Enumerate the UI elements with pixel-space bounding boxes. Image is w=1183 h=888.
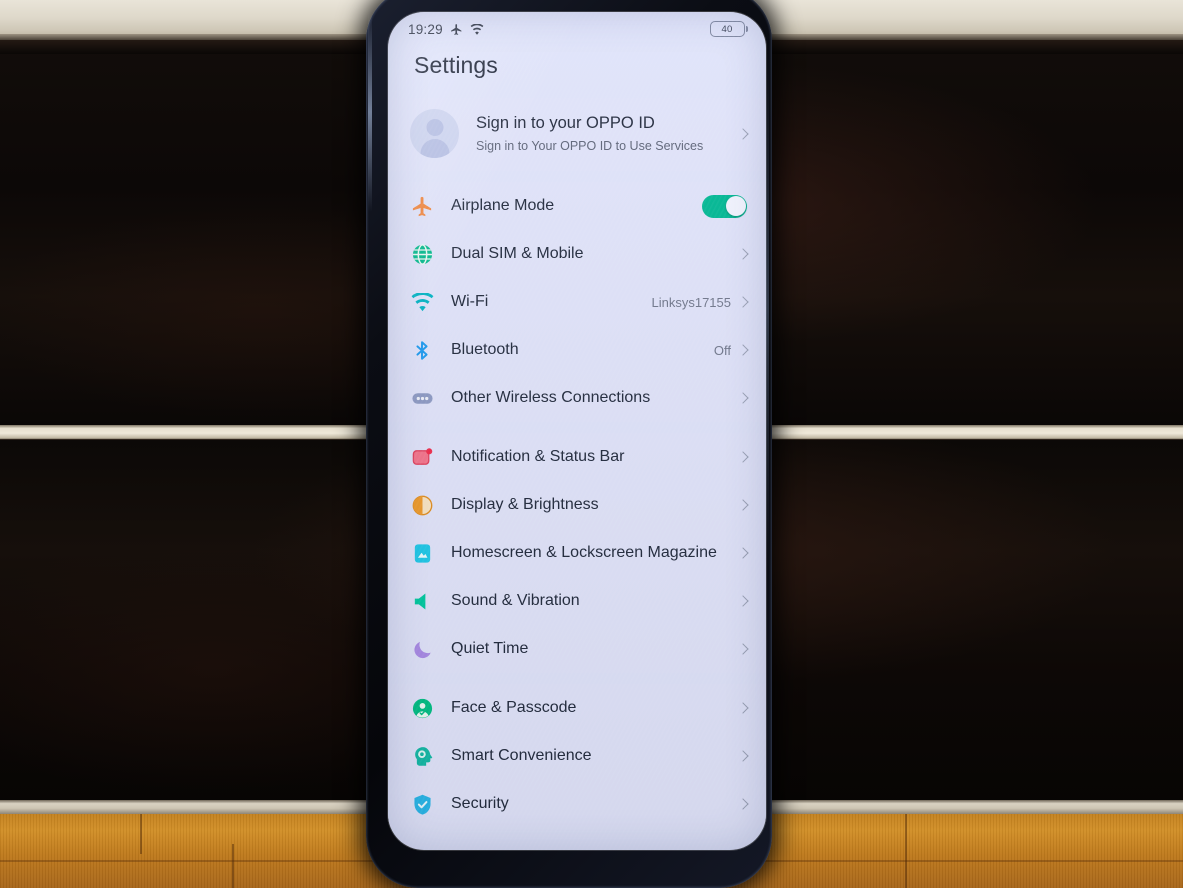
settings-row-label: Homescreen & Lockscreen Magazine xyxy=(451,544,717,561)
battery-indicator: 40 xyxy=(709,21,748,37)
battery-level-text: 40 xyxy=(721,23,733,35)
settings-row-label: Sound & Vibration xyxy=(451,592,580,609)
toggle-switch[interactable] xyxy=(702,194,747,218)
settings-row-label: Quiet Time xyxy=(451,640,529,657)
settings-row-homescreen-lockscreen-magazine[interactable]: Homescreen & Lockscreen Magazine xyxy=(388,529,766,577)
chevron-right-icon xyxy=(737,499,749,511)
account-title: Sign in to your OPPO ID xyxy=(476,114,655,133)
account-subtitle: Sign in to Your OPPO ID to Use Services xyxy=(476,138,704,153)
settings-row-label: Airplane Mode xyxy=(451,197,555,214)
chevron-right-icon xyxy=(737,127,749,140)
sound-vibration-icon xyxy=(410,589,434,613)
settings-row-wi-fi[interactable]: Wi-Fi Linksys17155 xyxy=(388,278,766,326)
status-bar-clock: 19:29 xyxy=(408,21,443,37)
airplane-icon xyxy=(450,23,463,36)
smart-convenience-icon xyxy=(410,744,434,768)
airplane-icon xyxy=(410,194,434,218)
homescreen-magazine-icon xyxy=(410,541,434,565)
chevron-right-icon xyxy=(737,392,749,404)
globe-icon xyxy=(410,242,434,266)
settings-scroll-area[interactable]: Sign in to your OPPO ID Sign in to Your … xyxy=(388,98,766,828)
account-group: Sign in to your OPPO ID Sign in to Your … xyxy=(388,98,766,171)
settings-row-quiet-time[interactable]: Quiet Time xyxy=(388,625,766,673)
wifi-icon xyxy=(470,23,484,35)
bluetooth-icon xyxy=(410,338,434,362)
settings-row-label: Dual SIM & Mobile xyxy=(451,245,584,262)
settings-row-notification-status-bar[interactable]: Notification & Status Bar xyxy=(388,433,766,481)
settings-row-label: Security xyxy=(451,795,509,812)
notification-badge-icon xyxy=(410,445,434,469)
settings-row-value: Off xyxy=(713,342,731,358)
settings-row-value: Linksys17155 xyxy=(651,294,732,310)
shield-check-icon xyxy=(410,792,434,816)
settings-row-other-wireless-connections[interactable]: Other Wireless Connections xyxy=(388,374,766,422)
settings-row-label: Notification & Status Bar xyxy=(451,448,625,465)
settings-group-personalization: Notification & Status Bar Display & Brigh… xyxy=(388,433,766,673)
settings-group-connectivity: Airplane Mode Dual SIM & Mobile Wi-Fi Link… xyxy=(388,182,766,422)
chevron-right-icon xyxy=(737,248,749,260)
chevron-right-icon xyxy=(737,750,749,762)
phone-screen: 19:29 40 Settings Sign in to your OPPO I… xyxy=(388,12,766,850)
settings-row-label: Smart Convenience xyxy=(451,747,592,764)
display-brightness-icon xyxy=(410,493,434,517)
chevron-right-icon xyxy=(737,451,749,463)
chevron-right-icon xyxy=(737,643,749,655)
settings-row-airplane-mode[interactable]: Airplane Mode xyxy=(388,182,766,230)
settings-row-face-passcode[interactable]: Face & Passcode xyxy=(388,684,766,732)
settings-row-smart-convenience[interactable]: Smart Convenience xyxy=(388,732,766,780)
settings-row-sound-vibration[interactable]: Sound & Vibration xyxy=(388,577,766,625)
face-passcode-icon xyxy=(410,696,434,720)
chevron-right-icon xyxy=(737,595,749,607)
settings-row-dual-sim-mobile[interactable]: Dual SIM & Mobile xyxy=(388,230,766,278)
chevron-right-icon xyxy=(737,344,749,356)
settings-row-label: Wi-Fi xyxy=(451,293,489,310)
status-bar: 19:29 40 xyxy=(388,12,766,46)
settings-group-security: Face & Passcode Smart Convenience Security xyxy=(388,684,766,828)
settings-row-bluetooth[interactable]: Bluetooth Off xyxy=(388,326,766,374)
chevron-right-icon xyxy=(737,798,749,810)
wifi-icon xyxy=(410,290,434,314)
settings-row-display-brightness[interactable]: Display & Brightness xyxy=(388,481,766,529)
chevron-right-icon xyxy=(737,547,749,559)
oppo-id-sign-in-row[interactable]: Sign in to your OPPO ID Sign in to Your … xyxy=(388,98,766,171)
phone-device: 19:29 40 Settings Sign in to your OPPO I… xyxy=(366,0,772,888)
settings-row-label: Face & Passcode xyxy=(451,699,577,716)
page-title: Settings xyxy=(414,52,498,78)
avatar-placeholder-icon xyxy=(410,109,459,158)
settings-row-label: Display & Brightness xyxy=(451,496,599,513)
settings-row-security[interactable]: Security xyxy=(388,780,766,828)
settings-row-label: Other Wireless Connections xyxy=(451,389,651,406)
moon-icon xyxy=(410,637,434,661)
chevron-right-icon xyxy=(737,702,749,714)
chevron-right-icon xyxy=(737,296,749,308)
other-wireless-icon xyxy=(410,386,434,410)
settings-row-label: Bluetooth xyxy=(451,341,519,358)
